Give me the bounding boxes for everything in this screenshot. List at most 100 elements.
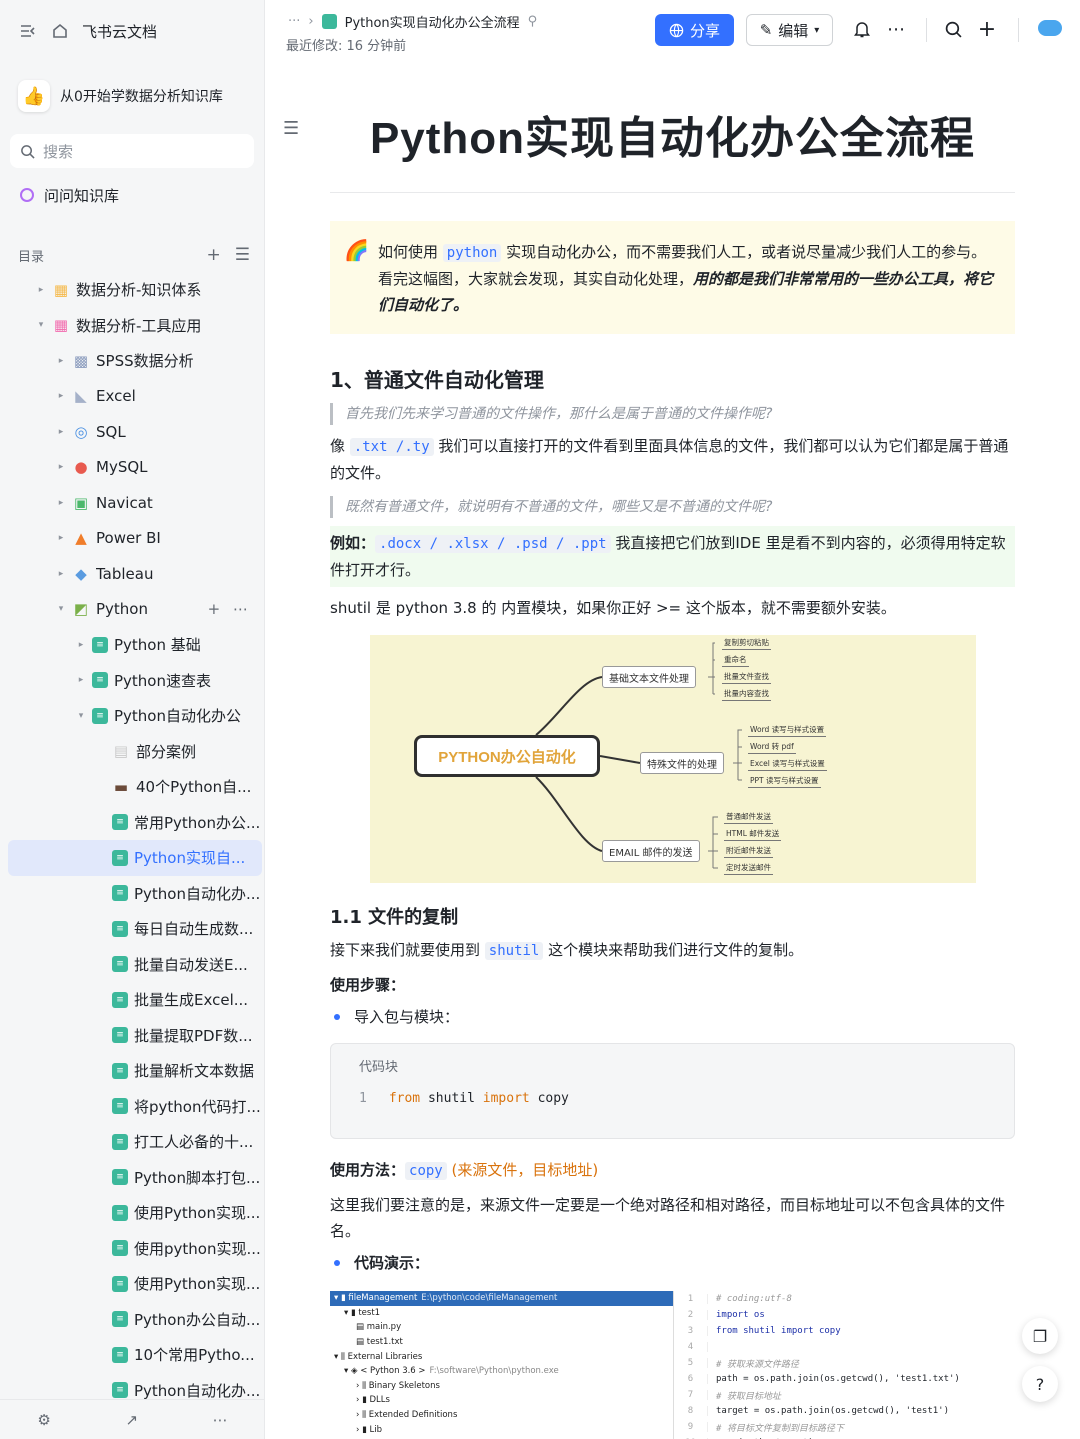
chevron-right-icon[interactable]: ▸ [74, 640, 88, 650]
sidebar-tree-item[interactable]: ≡ 常用Python办公... [0, 805, 264, 841]
sidebar-tree-item[interactable]: ▾ ▦ 数据分析-工具应用 [0, 308, 264, 344]
ide-tree-label: ▾ ▮ fileManagement [334, 1293, 418, 1304]
share-link-icon[interactable]: ↗ [125, 1411, 138, 1429]
chevron-right-icon[interactable]: ▸ [54, 498, 68, 508]
paragraph[interactable]: 这里我们要注意的是，来源文件一定要是一个绝对路径和相对路径，而目标地址可以不包含… [330, 1192, 1015, 1244]
quote-block[interactable]: 首先我们先来学习普通的文件操作，那什么是属于普通的文件操作呢? [330, 403, 1015, 425]
sidebar-tree-item[interactable]: ≡ 使用python实现... [0, 1231, 264, 1267]
highlighted-paragraph[interactable]: 例如： .docx / .xlsx / .psd / .ppt 我直接把它们放到I… [330, 526, 1015, 587]
chevron-right-icon[interactable]: ▸ [54, 356, 68, 366]
sidebar-tree-item[interactable]: ▸ ≡ Python 基础 [0, 627, 264, 663]
chevron-right-icon[interactable]: ▸ [54, 533, 68, 543]
code-text: from shutil import copy [716, 1326, 841, 1336]
sidebar-tree-item[interactable]: ▸ ▦ 数据分析-知识体系 [0, 272, 264, 308]
heading-2[interactable]: 1、普通文件自动化管理 [330, 364, 1015, 393]
sidebar-tree-item[interactable]: ≡ 批量自动发送E... [0, 947, 264, 983]
sidebar-tree-item[interactable]: ≡ 使用Python实现... [0, 1266, 264, 1302]
bell-icon[interactable] [851, 18, 873, 40]
sidebar-tree-item[interactable]: ≡ Python自动化办... [0, 876, 264, 912]
add-icon[interactable]: + [976, 17, 998, 42]
breadcrumb-current[interactable]: Python实现自动化办公全流程 [345, 12, 520, 31]
doc-copy-icon[interactable]: ❐ [1022, 1318, 1058, 1354]
paragraph[interactable]: 像 .txt /.ty 我们可以直接打开的文件看到里面具体信息的文件，我们都可以… [330, 433, 1015, 486]
sidebar-tree-item[interactable]: ▤ 部分案例 [0, 734, 264, 770]
knowledge-base-card[interactable]: 👍 从0开始学数据分析知识库 [10, 70, 254, 122]
search-input[interactable]: 搜索 [10, 134, 254, 168]
ide-screenshot[interactable]: ▾ ▮ fileManagement E:\python\code\fileMan… [330, 1291, 1015, 1439]
edit-button[interactable]: ✎ 编辑 ▾ [746, 14, 833, 46]
share-button[interactable]: 分享 [655, 14, 734, 46]
sidebar-tree-item[interactable]: ≡ 批量提取PDF数... [0, 1018, 264, 1054]
code-block[interactable]: 代码块 1 from shutil import copy [330, 1043, 1015, 1139]
chevron-down-icon[interactable]: ▾ [74, 711, 88, 721]
chevron-down-icon[interactable]: ▾ [34, 320, 48, 330]
sidebar-tree-item[interactable]: ▸ ◣ Excel [0, 379, 264, 415]
inline-code: shutil [484, 942, 544, 960]
sidebar-tree-item[interactable]: ≡ 10个常用Pytho... [0, 1337, 264, 1373]
sidebar-tree-item[interactable]: ≡ 批量解析文本数据 [0, 1053, 264, 1089]
document-icon: ≡ [92, 636, 108, 653]
quote-block[interactable]: 既然有普通文件，就说明有不普通的文件，哪些又是不普通的文件呢? [330, 496, 1015, 518]
paragraph[interactable]: 使用方法： copy (来源文件，目标地址) [330, 1157, 1015, 1184]
sidebar-tree-item[interactable]: ≡ 打工人必备的十... [0, 1124, 264, 1160]
breadcrumb-more[interactable]: ··· [288, 14, 300, 29]
more-icon[interactable]: ⋯ [213, 1411, 228, 1429]
sidebar-tree-label: 数据分析-工具应用 [76, 316, 202, 335]
sidebar-tree-item[interactable]: ≡ 使用Python实现... [0, 1195, 264, 1231]
chevron-right-icon[interactable]: ▸ [54, 427, 68, 437]
rainbow-icon: 🌈 [344, 238, 369, 262]
sidebar-tree-item[interactable]: ▸ ▲ Power BI [0, 521, 264, 557]
heading-3[interactable]: 1.1 文件的复制 [330, 903, 1015, 929]
sidebar-tree-item[interactable]: ▸ ▩ SPSS数据分析 [0, 343, 264, 379]
chevron-right-icon[interactable]: ▸ [54, 391, 68, 401]
sidebar-tree-item[interactable]: ≡ 将python代码打... [0, 1089, 264, 1125]
paragraph[interactable]: 使用步骤： [330, 972, 1015, 998]
app-title[interactable]: 飞书云文档 [82, 21, 157, 42]
sidebar-tree-item[interactable]: ≡ Python脚本打包... [0, 1160, 264, 1196]
sidebar-tree-item[interactable]: ▸ ● MySQL [0, 450, 264, 486]
sidebar-tree-item[interactable]: ≡ Python办公自动... [0, 1302, 264, 1338]
collapse-sidebar-icon[interactable] [18, 21, 38, 41]
list-item[interactable]: 导入包与模块： [330, 1006, 1015, 1027]
cloud-icon[interactable] [1038, 20, 1062, 36]
sidebar-tree-item[interactable]: ▾ ≡ Python自动化办公 [0, 698, 264, 734]
tree-item-actions[interactable]: + ⋯ [208, 600, 252, 618]
sidebar-tree-item[interactable]: ≡ 每日自动生成数... [0, 911, 264, 947]
sidebar-tree-item[interactable]: ≡ 批量生成Excel... [0, 982, 264, 1018]
line-number: 4 [674, 1342, 708, 1352]
chevron-right-icon[interactable]: ▸ [74, 675, 88, 685]
page-title[interactable]: Python实现自动化办公全流程 [330, 102, 1015, 166]
add-icon[interactable]: + [207, 245, 221, 265]
list-settings-icon[interactable]: ☰ [235, 245, 250, 265]
settings-icon[interactable]: ⚙ [37, 1411, 50, 1429]
pin-icon[interactable]: ⚲ [528, 14, 538, 29]
sidebar-tree-item[interactable]: ▸ ◆ Tableau [0, 556, 264, 592]
sidebar-tree-item[interactable]: ▸ ▣ Navicat [0, 485, 264, 521]
chevron-right-icon[interactable]: ▸ [54, 569, 68, 579]
list-item[interactable]: 代码演示： [330, 1252, 1015, 1273]
more-icon[interactable]: ⋯ [885, 18, 907, 40]
callout-block[interactable]: 🌈 如何使用 python 实现自动化办公，而不需要我们人工，或者说尽量减少我们… [330, 221, 1015, 334]
ask-knowledge-base-button[interactable]: 问问知识库 [10, 178, 254, 212]
chevron-down-icon[interactable]: ▾ [54, 604, 68, 614]
sidebar-tree-item[interactable]: ▸ ≡ Python速查表 [0, 663, 264, 699]
sidebar-tree-label: 每日自动生成数... [134, 920, 254, 939]
bullet-dot [334, 1013, 340, 1020]
divider [1018, 18, 1019, 42]
sidebar-tree-item[interactable]: ▸ ◎ SQL [0, 414, 264, 450]
sidebar-tree-item[interactable]: ▬ 40个Python自... [0, 769, 264, 805]
doc-icon [321, 14, 337, 29]
paragraph[interactable]: 接下来我们就要使用到 shutil 这个模块来帮助我们进行文件的复制。 [330, 937, 1015, 964]
search-icon[interactable] [942, 18, 964, 40]
sidebar-tree-label: 数据分析-知识体系 [76, 281, 202, 300]
sidebar-tree-item[interactable]: ▾ ◩ Python + ⋯ [0, 592, 264, 628]
chevron-right-icon[interactable]: ▸ [54, 462, 68, 472]
sidebar-tree-item[interactable]: ≡ Python实现自... [8, 840, 262, 876]
sidebar-tree-label: Python速查表 [114, 671, 211, 690]
mindmap-image[interactable]: PYTHON办公自动化 基础文本文件处理 特殊文件的处理 EMAIL 邮件的发送… [370, 635, 976, 883]
paragraph[interactable]: shutil 是 python 3.8 的 内置模块，如果你正好 >= 这个版本… [330, 595, 1015, 621]
chevron-right-icon[interactable]: ▸ [34, 285, 48, 295]
home-icon[interactable] [50, 21, 70, 41]
help-icon[interactable]: ? [1022, 1366, 1058, 1402]
outline-icon[interactable]: ☰ [283, 118, 299, 139]
